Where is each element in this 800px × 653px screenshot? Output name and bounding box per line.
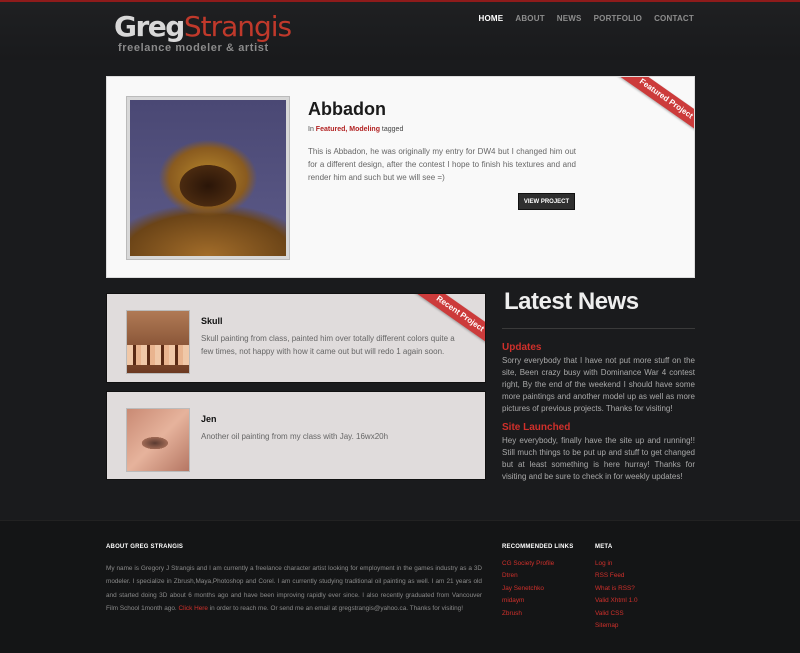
site-logo[interactable]: GregStrangis	[114, 10, 292, 43]
recommended-links-list: CG Society Profile Dtren Jay Senetchko m…	[502, 558, 554, 620]
meta-links-list: Log in RSS Feed What is RSS? Valid Xhtml…	[595, 558, 638, 632]
link-valid-xhtml[interactable]: Valid Xhtml 1.0	[595, 595, 638, 607]
about-text-part2: in order to reach me. Or send me an emai…	[209, 604, 463, 612]
click-here-link[interactable]: Click Here	[178, 605, 207, 612]
news-item-title[interactable]: Updates	[502, 342, 541, 353]
featured-meta: In Featured, Modeling tagged	[308, 126, 403, 133]
news-divider	[502, 328, 695, 329]
recent-project-card: Recent Project Skull Skull painting from…	[106, 293, 486, 383]
recent-project-card: Jen Another oil painting from my class w…	[106, 391, 486, 480]
news-item-title[interactable]: Site Launched	[502, 422, 570, 433]
meta-prefix: In	[308, 126, 314, 133]
logo-first-name: Greg	[114, 10, 185, 43]
recent-description: Skull painting from class, painted him o…	[201, 334, 455, 356]
featured-thumbnail[interactable]	[126, 96, 290, 260]
nav-contact[interactable]: CONTACT	[654, 14, 694, 23]
featured-description: This is Abbadon, he was originally my en…	[308, 147, 576, 182]
featured-title[interactable]: Abbadon	[308, 99, 386, 120]
link-valid-css[interactable]: Valid CSS	[595, 608, 638, 620]
about-heading: ABOUT GREG STRANGIS	[106, 544, 184, 550]
jen-image[interactable]	[127, 409, 189, 471]
featured-categories[interactable]: Featured, Modeling	[316, 126, 380, 133]
featured-ribbon: Featured Project	[612, 77, 694, 140]
recommended-links-heading: RECOMMENDED LINKS	[502, 544, 574, 550]
skull-image[interactable]	[127, 311, 189, 373]
nav-news[interactable]: NEWS	[557, 14, 582, 23]
nav-about[interactable]: ABOUT	[515, 14, 544, 23]
recent-thumbnail[interactable]	[126, 310, 190, 374]
featured-image[interactable]	[130, 100, 286, 256]
recent-description: Another oil painting from my class with …	[201, 432, 389, 441]
site-tagline: freelance modeler & artist	[118, 42, 269, 54]
logo-last-name: Strangis	[183, 10, 292, 43]
recent-title[interactable]: Skull	[201, 316, 223, 326]
link-jay-senetchko[interactable]: Jay Senetchko	[502, 583, 554, 595]
news-item-body: Sorry everybody that I have not put more…	[502, 356, 695, 413]
main-nav: HOME ABOUT NEWS PORTFOLIO CONTACT	[479, 14, 694, 23]
view-project-button[interactable]: VIEW PROJECT	[518, 193, 575, 210]
about-text: My name is Gregory J Strangis and I am c…	[106, 562, 482, 615]
recent-title[interactable]: Jen	[201, 414, 217, 424]
recent-thumbnail[interactable]	[126, 408, 190, 472]
link-log-in[interactable]: Log in	[595, 558, 638, 570]
link-rss-feed[interactable]: RSS Feed	[595, 570, 638, 582]
meta-heading: META	[595, 544, 613, 550]
link-what-is-rss[interactable]: What is RSS?	[595, 583, 638, 595]
meta-suffix: tagged	[381, 126, 404, 133]
nav-portfolio[interactable]: PORTFOLIO	[594, 14, 642, 23]
nav-home[interactable]: HOME	[479, 14, 504, 23]
link-dtren[interactable]: Dtren	[502, 570, 554, 582]
latest-news-heading: Latest News	[504, 288, 639, 315]
link-midaym[interactable]: midaym	[502, 595, 554, 607]
link-zbrush[interactable]: Zbrush	[502, 608, 554, 620]
news-item-body: Hey everybody, finally have the site up …	[502, 436, 695, 481]
link-cg-society[interactable]: CG Society Profile	[502, 558, 554, 570]
link-sitemap[interactable]: Sitemap	[595, 620, 638, 632]
featured-project-card: Featured Project Abbadon In Featured, Mo…	[106, 76, 695, 278]
